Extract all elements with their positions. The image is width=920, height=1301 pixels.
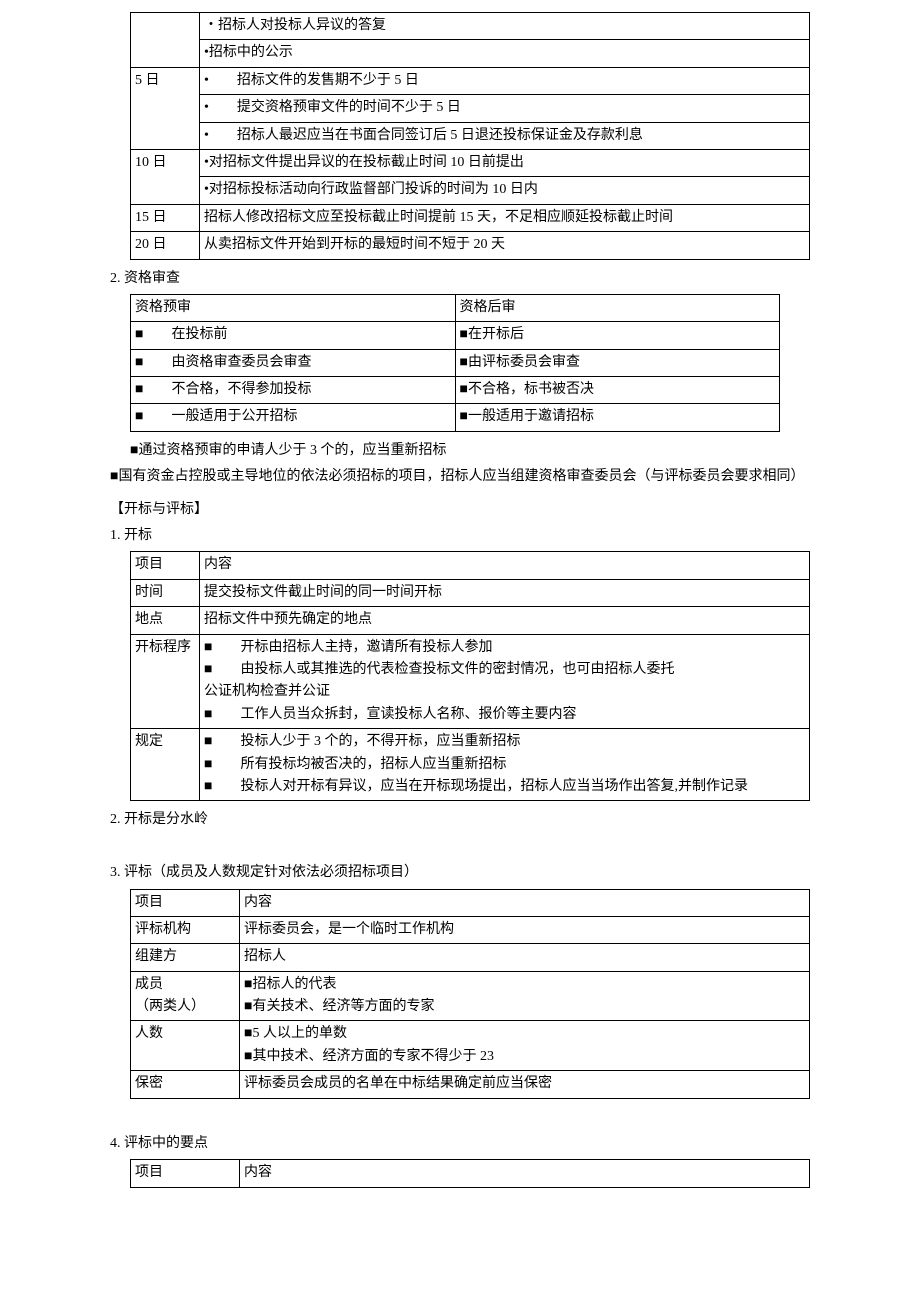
- cell-header: 资格后审: [455, 294, 780, 321]
- cell: • 招标人最迟应当在书面合同签订后 5 日退还投标保证金及存款利息: [200, 122, 810, 149]
- cell-header: 资格预审: [131, 294, 456, 321]
- line: （两类人）: [135, 996, 235, 1018]
- line: 成员: [135, 974, 235, 996]
- cell: 招标人修改招标文应至投标截止时间提前 15 天，不足相应顺延投标截止时间: [200, 204, 810, 231]
- cell: • 招标文件的发售期不少于 5 日: [200, 67, 810, 94]
- cell: • 提交资格预审文件的时间不少于 5 日: [200, 95, 810, 122]
- cell: ■不合格，标书被否决: [455, 377, 780, 404]
- cell-header: 项目: [131, 1160, 240, 1187]
- heading-watershed: 2. 开标是分水岭: [110, 809, 900, 831]
- cell: •对招标投标活动向行政监督部门投诉的时间为 10 日内: [200, 177, 810, 204]
- cell-label: 组建方: [131, 944, 240, 971]
- cell: 招标人: [240, 944, 810, 971]
- heading-open-bid: 1. 开标: [110, 525, 900, 547]
- cell-label: 成员 （两类人）: [131, 971, 240, 1021]
- cell-label: 人数: [131, 1021, 240, 1071]
- cell-header: 内容: [240, 1160, 810, 1187]
- cell-header: 内容: [240, 889, 810, 916]
- cell: ■ 由资格审查委员会审查: [131, 349, 456, 376]
- line: ■招标人的代表: [244, 974, 805, 996]
- cell-label: 20 日: [131, 232, 200, 259]
- table-eval-points: 项目 内容: [130, 1159, 810, 1187]
- cell: ■5 人以上的单数 ■其中技术、经济方面的专家不得少于 23: [240, 1021, 810, 1071]
- line: ■ 开标由招标人主持，邀请所有投标人参加: [204, 637, 805, 659]
- line: ■有关技术、经济等方面的专家: [244, 996, 805, 1018]
- heading-eval-points: 4. 评标中的要点: [110, 1133, 900, 1155]
- line: ■5 人以上的单数: [244, 1023, 805, 1045]
- cell-label: 开标程序: [131, 634, 200, 729]
- cell-label: 时间: [131, 579, 200, 606]
- line: ■ 工作人员当众拆封，宣读投标人名称、报价等主要内容: [204, 704, 805, 726]
- cell: 提交投标文件截止时间的同一时间开标: [200, 579, 810, 606]
- line: ■ 投标人少于 3 个的，不得开标，应当重新招标: [204, 731, 805, 753]
- table-dates: ・招标人对投标人异议的答复 •招标中的公示 5 日 • 招标文件的发售期不少于 …: [130, 12, 810, 260]
- cell: ■在开标后: [455, 322, 780, 349]
- heading-qualification: 2. 资格审查: [110, 268, 900, 290]
- cell: ・招标人对投标人异议的答复: [200, 13, 810, 40]
- line: ■ 由投标人或其推选的代表检查投标文件的密封情况，也可由招标人委托: [204, 659, 805, 681]
- cell: •对招标文件提出异议的在投标截止时间 10 日前提出: [200, 149, 810, 176]
- note-state-owned: ■国有资金占控股或主导地位的依法必须招标的项目，招标人应当组建资格审查委员会（与…: [110, 466, 900, 488]
- cell-blank: [131, 13, 200, 68]
- cell: ■由评标委员会审查: [455, 349, 780, 376]
- line: 公证机构检查并公证: [204, 681, 805, 703]
- cell: 评标委员会成员的名单在中标结果确定前应当保密: [240, 1071, 810, 1098]
- cell-label: 评标机构: [131, 916, 240, 943]
- cell-header: 项目: [131, 552, 200, 579]
- table-qualification: 资格预审 资格后审 ■ 在投标前 ■在开标后 ■ 由资格审查委员会审查 ■由评标…: [130, 294, 780, 432]
- table-open-bid: 项目 内容 时间 提交投标文件截止时间的同一时间开标 地点 招标文件中预先确定的…: [130, 551, 810, 801]
- cell-label: 15 日: [131, 204, 200, 231]
- cell-header: 内容: [200, 552, 810, 579]
- cell-label: 保密: [131, 1071, 240, 1098]
- cell: •招标中的公示: [200, 40, 810, 67]
- cell-label: 10 日: [131, 149, 200, 204]
- cell: ■ 开标由招标人主持，邀请所有投标人参加 ■ 由投标人或其推选的代表检查投标文件…: [200, 634, 810, 729]
- line: ■ 投标人对开标有异议，应当在开标现场提出，招标人应当当场作出答复,并制作记录: [204, 776, 805, 798]
- cell-label: 地点: [131, 607, 200, 634]
- cell: ■ 不合格，不得参加投标: [131, 377, 456, 404]
- line: ■ 所有投标均被否决的，招标人应当重新招标: [204, 754, 805, 776]
- cell: 招标文件中预先确定的地点: [200, 607, 810, 634]
- cell: ■ 一般适用于公开招标: [131, 404, 456, 431]
- cell-label: 规定: [131, 729, 200, 801]
- heading-eval: 3. 评标（成员及人数规定针对依法必须招标项目）: [110, 862, 900, 884]
- cell: ■一般适用于邀请招标: [455, 404, 780, 431]
- cell: ■ 投标人少于 3 个的，不得开标，应当重新招标 ■ 所有投标均被否决的，招标人…: [200, 729, 810, 801]
- line: ■其中技术、经济方面的专家不得少于 23: [244, 1046, 805, 1068]
- section-title: 【开标与评标】: [110, 499, 900, 521]
- cell-header: 项目: [131, 889, 240, 916]
- cell: 从卖招标文件开始到开标的最短时间不短于 20 天: [200, 232, 810, 259]
- table-eval: 项目 内容 评标机构 评标委员会，是一个临时工作机构 组建方 招标人 成员 （两…: [130, 889, 810, 1099]
- note-reapply: ■通过资格预审的申请人少于 3 个的，应当重新招标: [130, 440, 900, 462]
- cell: 评标委员会，是一个临时工作机构: [240, 916, 810, 943]
- cell: ■ 在投标前: [131, 322, 456, 349]
- cell-label: 5 日: [131, 67, 200, 149]
- cell: ■招标人的代表 ■有关技术、经济等方面的专家: [240, 971, 810, 1021]
